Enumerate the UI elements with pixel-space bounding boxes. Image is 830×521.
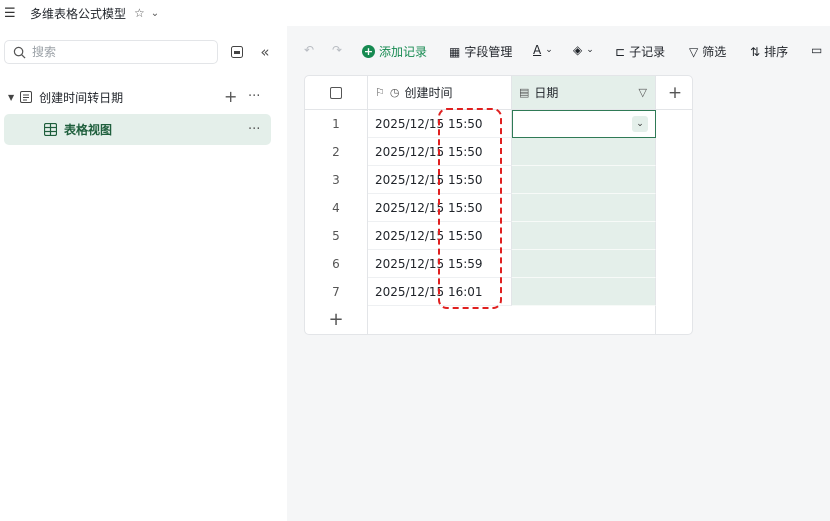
table-row[interactable]: 2 2025/12/15 15:50 [305,138,656,166]
add-row-area[interactable] [368,306,656,334]
chevron-down-icon[interactable]: ⌄ [151,8,159,19]
clock-icon: ◷ [389,86,400,99]
row-index: 3 [305,166,368,194]
sort-button[interactable]: ⇅ 排序 [750,43,788,60]
add-column-button[interactable]: + [656,76,692,110]
undo-icon[interactable]: ↶ [304,43,314,57]
row-index: 7 [305,278,368,306]
search-input[interactable] [32,45,192,59]
sidebar-item-grid-view[interactable]: 表格视图 ··· [4,114,271,145]
row-index: 1 [305,110,368,138]
plus-circle-icon: + [362,45,375,58]
table-row[interactable]: 5 2025/12/15 15:50 [305,222,656,250]
table-row[interactable]: 3 2025/12/15 15:50 [305,166,656,194]
folder-icon: ▭ [811,43,823,57]
plus-icon: + [667,82,683,103]
add-record-button[interactable]: + 添加记录 [362,43,427,60]
double-chevron-left-icon[interactable]: « [255,42,275,62]
created-time-cell[interactable]: 2025/12/15 15:50 [368,110,512,138]
text-color-icon: A [533,43,542,57]
row-index: 2 [305,138,368,166]
star-icon[interactable]: ☆ [134,6,145,20]
menu-icon[interactable]: ☰ [4,6,22,21]
row-index: 6 [305,250,368,278]
collapse-panel-icon[interactable] [227,42,247,62]
date-cell[interactable]: ⌄ [512,110,656,138]
hierarchy-icon: ⊏ [615,44,626,59]
filter-icon[interactable]: ▽ [639,86,647,99]
date-cell[interactable] [512,194,656,222]
calendar-icon: ▤ [519,86,530,99]
row-index: 4 [305,194,368,222]
top-bar: ☰ 多维表格公式模型 ☆ ⌄ [0,0,830,26]
created-time-cell[interactable]: 2025/12/15 16:01 [368,278,512,306]
field-manage-button[interactable]: ▦ 字段管理 [449,43,512,60]
paint-bucket-icon: ◈ [573,43,583,57]
date-cell[interactable] [512,250,656,278]
group-button[interactable]: ▭ [811,43,826,57]
caret-down-icon[interactable]: ▼ [8,93,14,102]
date-cell[interactable] [512,278,656,306]
grid-view-icon [44,123,57,136]
text-color-button[interactable]: A ⌄ [533,43,553,57]
sub-record-button[interactable]: ⊏ 子记录 [615,43,665,60]
column-header-created-time[interactable]: ⚐ ◷ 创建时间 [368,76,512,110]
table-row[interactable]: 7 2025/12/15 16:01 [305,278,656,306]
sidebar-item-label: 创建时间转日期 [39,90,124,105]
fields-icon: ▦ [449,44,461,59]
main-area: ↶ ↷ + 添加记录 ▦ 字段管理 A ⌄ ◈ ⌄ ⊏ 子记录 ▽ 筛选 ⇅ 排… [287,26,830,521]
fill-color-button[interactable]: ◈ ⌄ [573,43,594,57]
created-time-cell[interactable]: 2025/12/15 15:59 [368,250,512,278]
toolbar: ↶ ↷ + 添加记录 ▦ 字段管理 A ⌄ ◈ ⌄ ⊏ 子记录 ▽ 筛选 ⇅ 排… [287,26,830,76]
table-row[interactable]: 4 2025/12/15 15:50 [305,194,656,222]
search-icon [13,46,26,58]
table-row[interactable]: 6 2025/12/15 15:59 [305,250,656,278]
sidebar-item-table[interactable]: ▼ 创建时间转日期 + ··· [0,84,287,110]
more-icon[interactable]: ··· [248,122,260,137]
created-time-cell[interactable]: 2025/12/15 15:50 [368,166,512,194]
table-row[interactable]: 1 2025/12/15 15:50 ⌄ [305,110,656,138]
document-title[interactable]: 多维表格公式模型 [30,5,126,22]
created-time-cell[interactable]: 2025/12/15 15:50 [368,194,512,222]
redo-icon[interactable]: ↷ [332,43,342,57]
filter-icon: ▽ [689,44,699,59]
add-row-plus-icon[interactable]: + [305,306,368,334]
sidebar-item-label: 表格视图 [64,123,113,137]
created-time-cell[interactable]: 2025/12/15 15:50 [368,138,512,166]
search-box[interactable] [4,40,218,64]
chevron-down-icon: ⌄ [586,45,594,55]
column-header-date[interactable]: ▤ 日期 ▽ [512,76,656,110]
created-time-cell[interactable]: 2025/12/15 15:50 [368,222,512,250]
data-table: ⚐ ◷ 创建时间 ▤ 日期 ▽ + 1 2025/12/15 15:50 ⌄ 2… [304,75,693,335]
chevron-down-icon: ⌄ [545,45,553,55]
add-row[interactable]: + [305,306,656,334]
more-icon[interactable]: ··· [248,89,260,104]
table-doc-icon [20,91,33,103]
filter-button[interactable]: ▽ 筛选 [689,43,726,60]
row-index: 5 [305,222,368,250]
date-cell[interactable] [512,138,656,166]
flag-icon: ⚐ [375,86,385,99]
sidebar: « ▼ 创建时间转日期 + ··· 表格视图 ··· [0,26,287,521]
select-all-checkbox[interactable] [330,86,342,99]
add-view-icon[interactable]: + [224,87,237,106]
select-all-header[interactable] [305,76,368,110]
sort-icon: ⇅ [750,44,761,59]
date-cell[interactable] [512,222,656,250]
chevron-down-icon[interactable]: ⌄ [632,116,648,132]
date-cell[interactable] [512,166,656,194]
